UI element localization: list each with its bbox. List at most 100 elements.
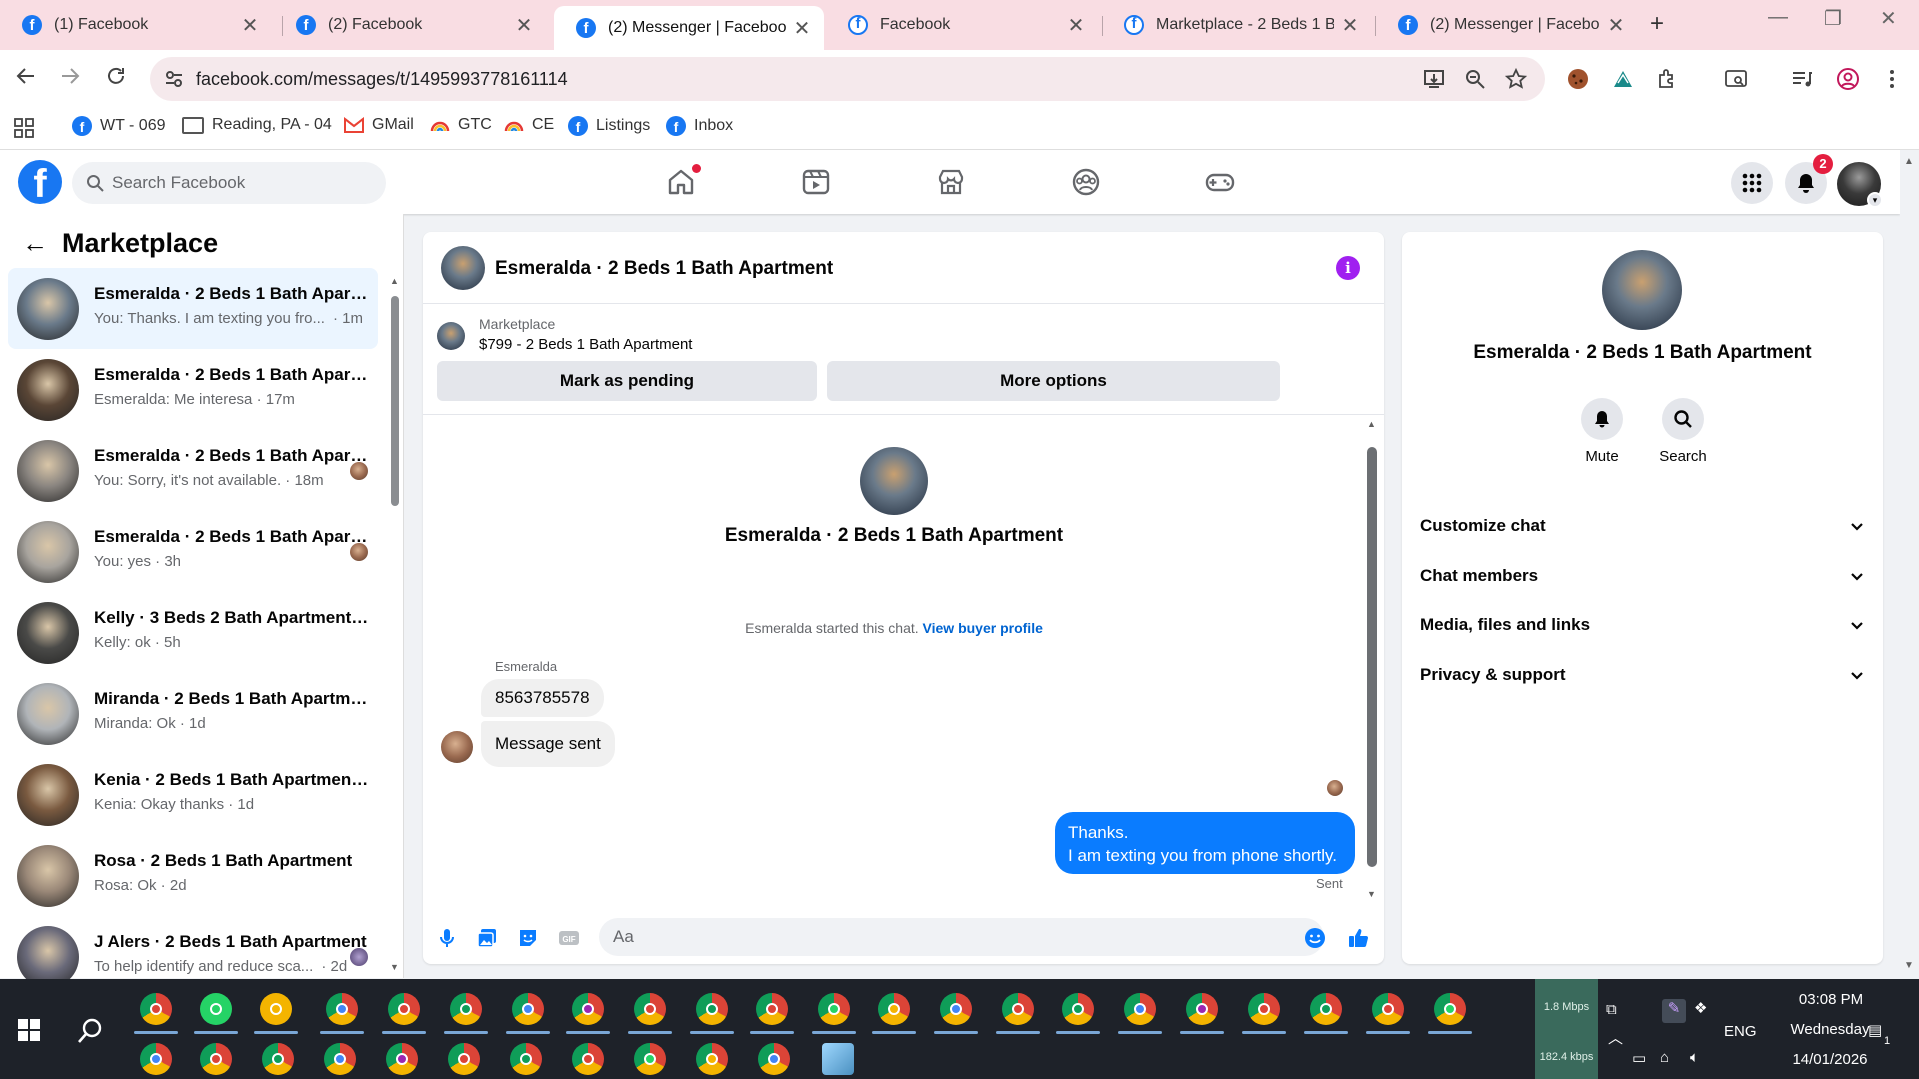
bookmark-reading-pa[interactable]: Reading, PA - 04	[182, 116, 332, 134]
chevron-up-icon[interactable]: ︿	[1608, 1027, 1623, 1048]
back-button[interactable]	[14, 64, 42, 88]
bookmark-gmail[interactable]: GMail	[344, 116, 414, 134]
chat-list-item[interactable]: Miranda · 2 Beds 1 Bath Apartment Miranda…	[8, 673, 378, 754]
file-explorer-taskbar-icon[interactable]	[260, 993, 292, 1025]
outgoing-message[interactable]: Thanks. I am texting you from phone shor…	[1055, 812, 1355, 874]
thread-avatar[interactable]	[860, 447, 928, 515]
chrome-taskbar-icon[interactable]	[1124, 993, 1156, 1025]
bookmark-listings[interactable]: f Listings	[568, 116, 650, 136]
chat-list-item[interactable]: Rosa · 2 Beds 1 Bath Apartment Rosa: Ok ·…	[8, 835, 378, 916]
scrollbar-thumb[interactable]	[1367, 447, 1377, 867]
chrome-taskbar-icon[interactable]	[324, 1043, 356, 1075]
gaming-icon[interactable]	[1204, 166, 1236, 198]
scroll-down-arrow-icon[interactable]: ▼	[390, 962, 399, 972]
network-speed-widget[interactable]: 1.8 Mbps 182.4 kbps	[1535, 979, 1598, 1079]
language-indicator[interactable]: ENG	[1724, 1023, 1757, 1040]
close-icon[interactable]: ✕	[1340, 13, 1360, 38]
more-options-button[interactable]: More options	[827, 361, 1280, 401]
browser-tab-2[interactable]: f (2) Facebook ✕	[274, 8, 546, 42]
close-icon[interactable]: ✕	[1606, 13, 1626, 38]
chrome-taskbar-icon[interactable]	[140, 1043, 172, 1075]
close-icon[interactable]: ✕	[514, 13, 534, 38]
chrome-taskbar-icon[interactable]	[512, 993, 544, 1025]
chrome-taskbar-icon[interactable]	[878, 993, 910, 1025]
window-close-button[interactable]: ✕	[1880, 6, 1897, 31]
chrome-taskbar-icon[interactable]	[450, 993, 482, 1025]
dropbox-icon[interactable]: ❖	[1694, 999, 1707, 1017]
minimize-button[interactable]: —	[1768, 6, 1788, 29]
extension-icon[interactable]	[1611, 67, 1635, 91]
bookmark-wt-069[interactable]: f WT - 069	[72, 116, 166, 136]
clock-date[interactable]: 14/01/2026	[1770, 1051, 1890, 1068]
sender-avatar[interactable]	[441, 731, 473, 763]
incoming-message[interactable]: Message sent	[481, 721, 615, 767]
bookmark-gtc[interactable]: GTC	[430, 116, 492, 134]
message-input[interactable]	[599, 918, 1324, 956]
chat-list-item[interactable]: Kenia · 2 Beds 1 Bath Apartment for Rent…	[8, 754, 378, 835]
chrome-taskbar-icon[interactable]	[572, 1043, 604, 1075]
windows-start-icon[interactable]	[18, 1019, 40, 1041]
message-thread[interactable]: Esmeralda · 2 Beds 1 Bath Apartment Esme…	[423, 415, 1384, 905]
page-scrollbar[interactable]: ▲ ▼	[1900, 150, 1919, 978]
chrome-taskbar-icon[interactable]	[634, 1043, 666, 1075]
chrome-taskbar-icon[interactable]	[1434, 993, 1466, 1025]
taskbar-search-icon[interactable]	[76, 1017, 104, 1045]
close-icon[interactable]: ✕	[792, 16, 812, 41]
volume-icon[interactable]: 🔈︎	[1690, 1049, 1699, 1066]
chrome-taskbar-icon[interactable]	[200, 1043, 232, 1075]
facebook-logo[interactable]: f	[18, 160, 62, 204]
chrome-taskbar-icon[interactable]	[386, 1043, 418, 1075]
bookmark-ce[interactable]: CE	[504, 116, 554, 134]
incoming-message[interactable]: 8563785578	[481, 679, 604, 717]
forward-button[interactable]	[58, 64, 86, 88]
groups-icon[interactable]	[1070, 166, 1102, 198]
account-avatar[interactable]: ▾	[1837, 162, 1883, 208]
close-icon[interactable]: ✕	[1066, 13, 1086, 38]
chrome-taskbar-icon[interactable]	[448, 1043, 480, 1075]
battery-icon[interactable]: ▭	[1632, 1049, 1646, 1067]
scroll-down-arrow-icon[interactable]: ▼	[1904, 960, 1914, 971]
video-icon[interactable]	[800, 166, 832, 198]
photo-icon[interactable]	[475, 926, 499, 950]
chrome-taskbar-icon[interactable]	[634, 993, 666, 1025]
details-section-media-files-and-links[interactable]: Media, files and links	[1420, 603, 1865, 647]
mark-as-pending-button[interactable]: Mark as pending	[437, 361, 817, 401]
chat-list-item[interactable]: Esmeralda · 2 Beds 1 Bath Apartment You: …	[8, 268, 378, 349]
profile-icon[interactable]	[1836, 67, 1860, 91]
close-icon[interactable]: ✕	[240, 13, 260, 38]
scroll-up-arrow-icon[interactable]: ▲	[1904, 156, 1914, 167]
chat-list-item[interactable]: Esmeralda · 2 Beds 1 Bath Apartment You: …	[8, 511, 378, 592]
gif-icon[interactable]: GIF	[557, 926, 581, 950]
conversation-avatar[interactable]	[441, 246, 485, 290]
emoji-icon[interactable]	[1303, 926, 1327, 950]
conversation-title[interactable]: Esmeralda · 2 Beds 1 Bath Apartment	[495, 258, 833, 280]
browser-tab-3-active[interactable]: f (2) Messenger | Facebook ✕	[554, 6, 824, 50]
notification-center-icon[interactable]: ▤	[1868, 1021, 1882, 1039]
tab-search-icon[interactable]	[1724, 67, 1748, 91]
details-section-chat-members[interactable]: Chat members	[1420, 554, 1865, 598]
chrome-taskbar-icon[interactable]	[262, 1043, 294, 1075]
thumbs-up-icon[interactable]	[1347, 926, 1371, 950]
chrome-taskbar-icon[interactable]	[572, 993, 604, 1025]
chat-list-item[interactable]: Kelly · 3 Beds 2 Bath Apartment for Rent…	[8, 592, 378, 673]
chrome-taskbar-icon[interactable]	[1248, 993, 1280, 1025]
cookie-extension-icon[interactable]	[1566, 67, 1590, 91]
network-icon[interactable]: ⌂	[1660, 1049, 1669, 1066]
reload-button[interactable]	[104, 64, 132, 88]
browser-tab-6[interactable]: f (2) Messenger | Facebook ✕	[1376, 8, 1638, 42]
pen-tray-icon[interactable]: ✎	[1662, 999, 1686, 1023]
microphone-icon[interactable]	[435, 926, 459, 950]
marketplace-icon[interactable]	[935, 166, 967, 198]
chrome-taskbar-icon[interactable]	[940, 993, 972, 1025]
menu-button[interactable]	[1731, 162, 1773, 204]
chrome-taskbar-icon[interactable]	[696, 993, 728, 1025]
view-buyer-profile-link[interactable]: View buyer profile	[923, 620, 1043, 636]
media-control-icon[interactable]	[1790, 67, 1814, 91]
chat-list-item[interactable]: Esmeralda · 2 Beds 1 Bath Apartment Esmer…	[8, 349, 378, 430]
details-section-privacy-support[interactable]: Privacy & support	[1420, 653, 1865, 697]
scroll-up-arrow-icon[interactable]: ▲	[1367, 419, 1376, 429]
chrome-taskbar-icon[interactable]	[696, 1043, 728, 1075]
chat-list-item[interactable]: Esmeralda · 2 Beds 1 Bath Apartment You: …	[8, 430, 378, 511]
chrome-taskbar-icon[interactable]	[140, 993, 172, 1025]
new-tab-button[interactable]: +	[1650, 10, 1664, 38]
